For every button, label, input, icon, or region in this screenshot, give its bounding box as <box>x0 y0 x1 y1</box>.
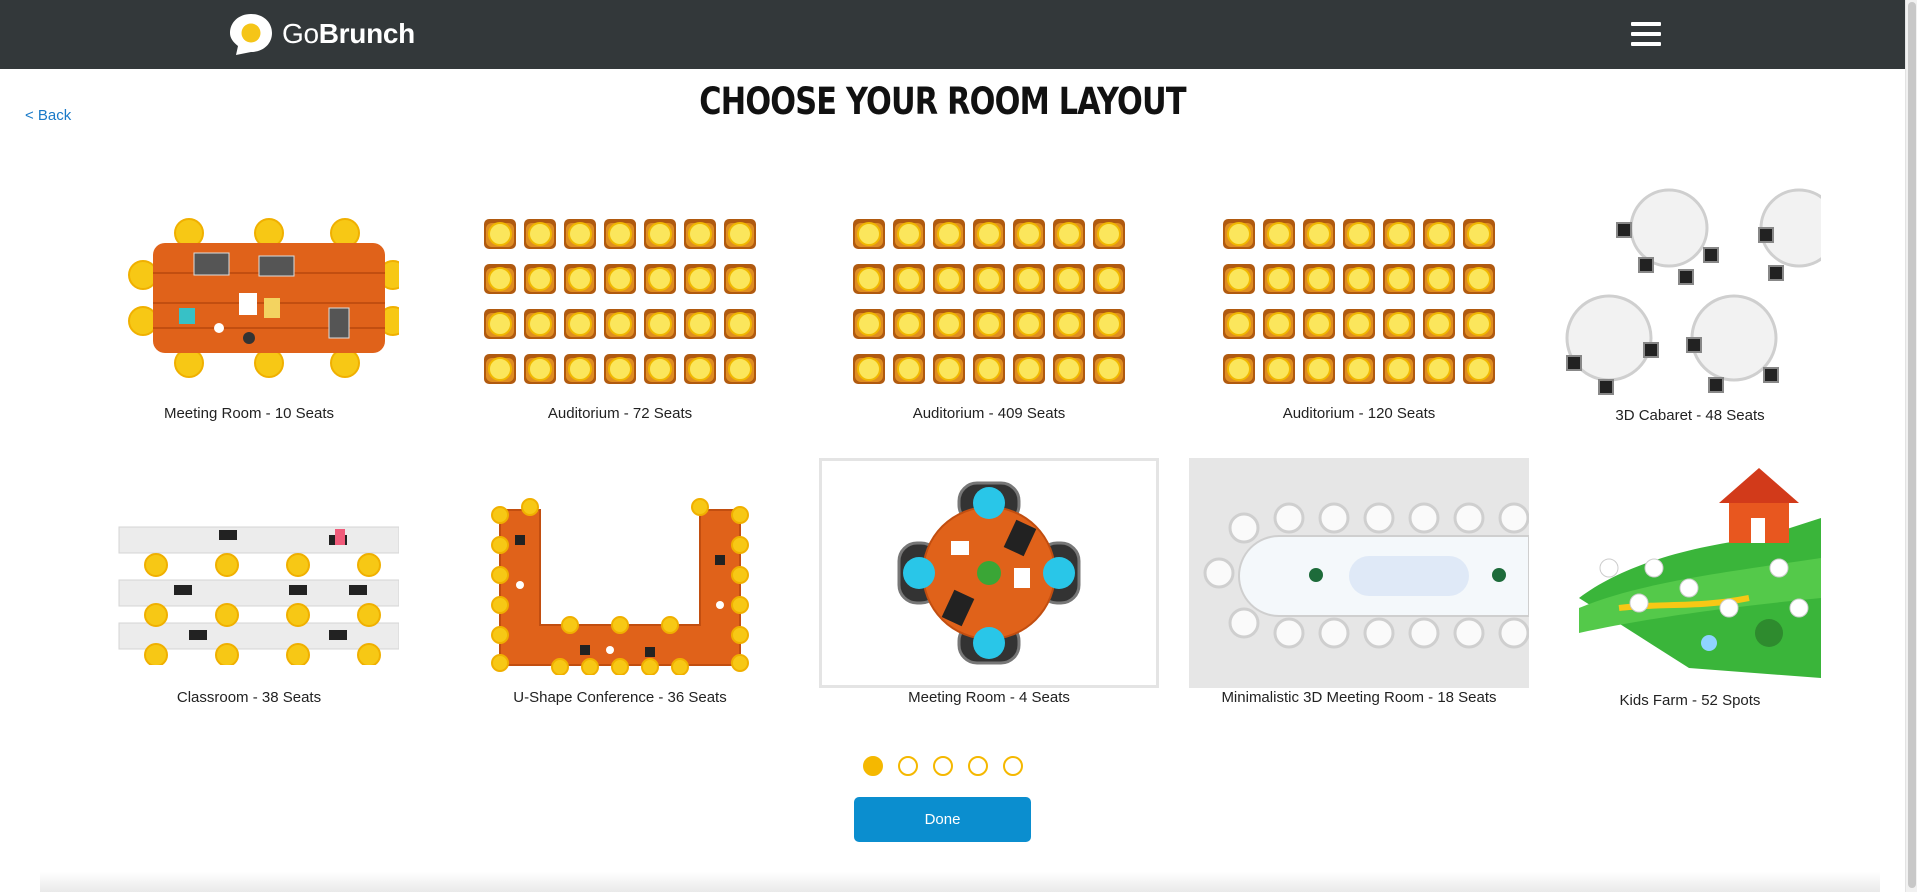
auditorium-seats-icon <box>1189 183 1529 413</box>
layout-card-meeting-room-10[interactable]: Meeting Room - 10 Seats <box>79 183 419 422</box>
layout-caption: Minimalistic 3D Meeting Room - 18 Seats <box>1221 689 1497 706</box>
layout-card-kids-farm-52[interactable]: Kids Farm - 52 Spots <box>1559 458 1821 709</box>
layout-card-auditorium-409[interactable]: Auditorium - 409 Seats <box>819 183 1159 422</box>
layout-caption: Auditorium - 72 Seats <box>547 405 693 422</box>
page-dot-3[interactable] <box>933 756 953 776</box>
logo-wordmark: GoBrunch <box>282 18 415 50</box>
hamburger-menu-icon[interactable] <box>1631 22 1661 48</box>
layout-caption: U-Shape Conference - 36 Seats <box>513 689 727 706</box>
page-title: CHOOSE YOUR ROOM LAYOUT <box>699 80 1186 123</box>
classroom-desks-icon <box>79 460 419 690</box>
layout-caption: Auditorium - 409 Seats <box>912 405 1066 422</box>
top-navigation-bar: GoBrunch <box>0 0 1905 69</box>
layout-caption: Meeting Room - 4 Seats <box>908 689 1070 706</box>
logo-brunch: Brunch <box>318 18 416 49</box>
layout-caption: Classroom - 38 Seats <box>176 689 322 706</box>
u-shape-table-icon <box>450 460 790 690</box>
logo-go: Go <box>282 18 319 49</box>
layout-card-minimalistic-3d-18[interactable]: Minimalistic 3D Meeting Room - 18 Seats <box>1189 458 1529 706</box>
sun-bubble-icon <box>230 14 272 55</box>
page-dot-5[interactable] <box>1003 756 1023 776</box>
scrollbar-thumb[interactable] <box>1908 2 1916 888</box>
back-link[interactable]: < Back <box>25 107 71 124</box>
round-tables-icon <box>1559 183 1821 413</box>
layout-card-auditorium-72[interactable]: Auditorium - 72 Seats <box>450 183 790 422</box>
gobrunch-logo[interactable]: GoBrunch <box>228 12 415 56</box>
done-button[interactable]: Done <box>854 797 1031 842</box>
page-scrollbar[interactable] <box>1905 0 1917 892</box>
meeting-table-icon <box>79 183 419 413</box>
auditorium-seats-icon <box>450 183 790 413</box>
layout-card-u-shape-36[interactable]: U-Shape Conference - 36 Seats <box>450 460 790 706</box>
layout-card-classroom-38[interactable]: Classroom - 38 Seats <box>79 460 419 706</box>
layout-card-meeting-room-4[interactable]: Meeting Room - 4 Seats <box>819 458 1159 706</box>
page-dot-1[interactable] <box>863 756 883 776</box>
round-meeting-table-icon <box>819 458 1159 688</box>
layout-card-3d-cabaret-48[interactable]: 3D Cabaret - 48 Seats <box>1559 183 1821 424</box>
layout-caption: Kids Farm - 52 Spots <box>1619 692 1761 709</box>
farm-scene-icon <box>1559 458 1821 688</box>
page-dot-2[interactable] <box>898 756 918 776</box>
bottom-shadow <box>40 872 1880 892</box>
layout-card-auditorium-120[interactable]: Auditorium - 120 Seats <box>1189 183 1529 422</box>
auditorium-seats-icon <box>819 183 1159 413</box>
layout-caption: 3D Cabaret - 48 Seats <box>1615 407 1765 424</box>
pagination-dots <box>863 756 1023 776</box>
layout-caption: Meeting Room - 10 Seats <box>163 405 335 422</box>
layout-caption: Auditorium - 120 Seats <box>1282 405 1436 422</box>
long-table-icon <box>1189 458 1529 688</box>
page-dot-4[interactable] <box>968 756 988 776</box>
